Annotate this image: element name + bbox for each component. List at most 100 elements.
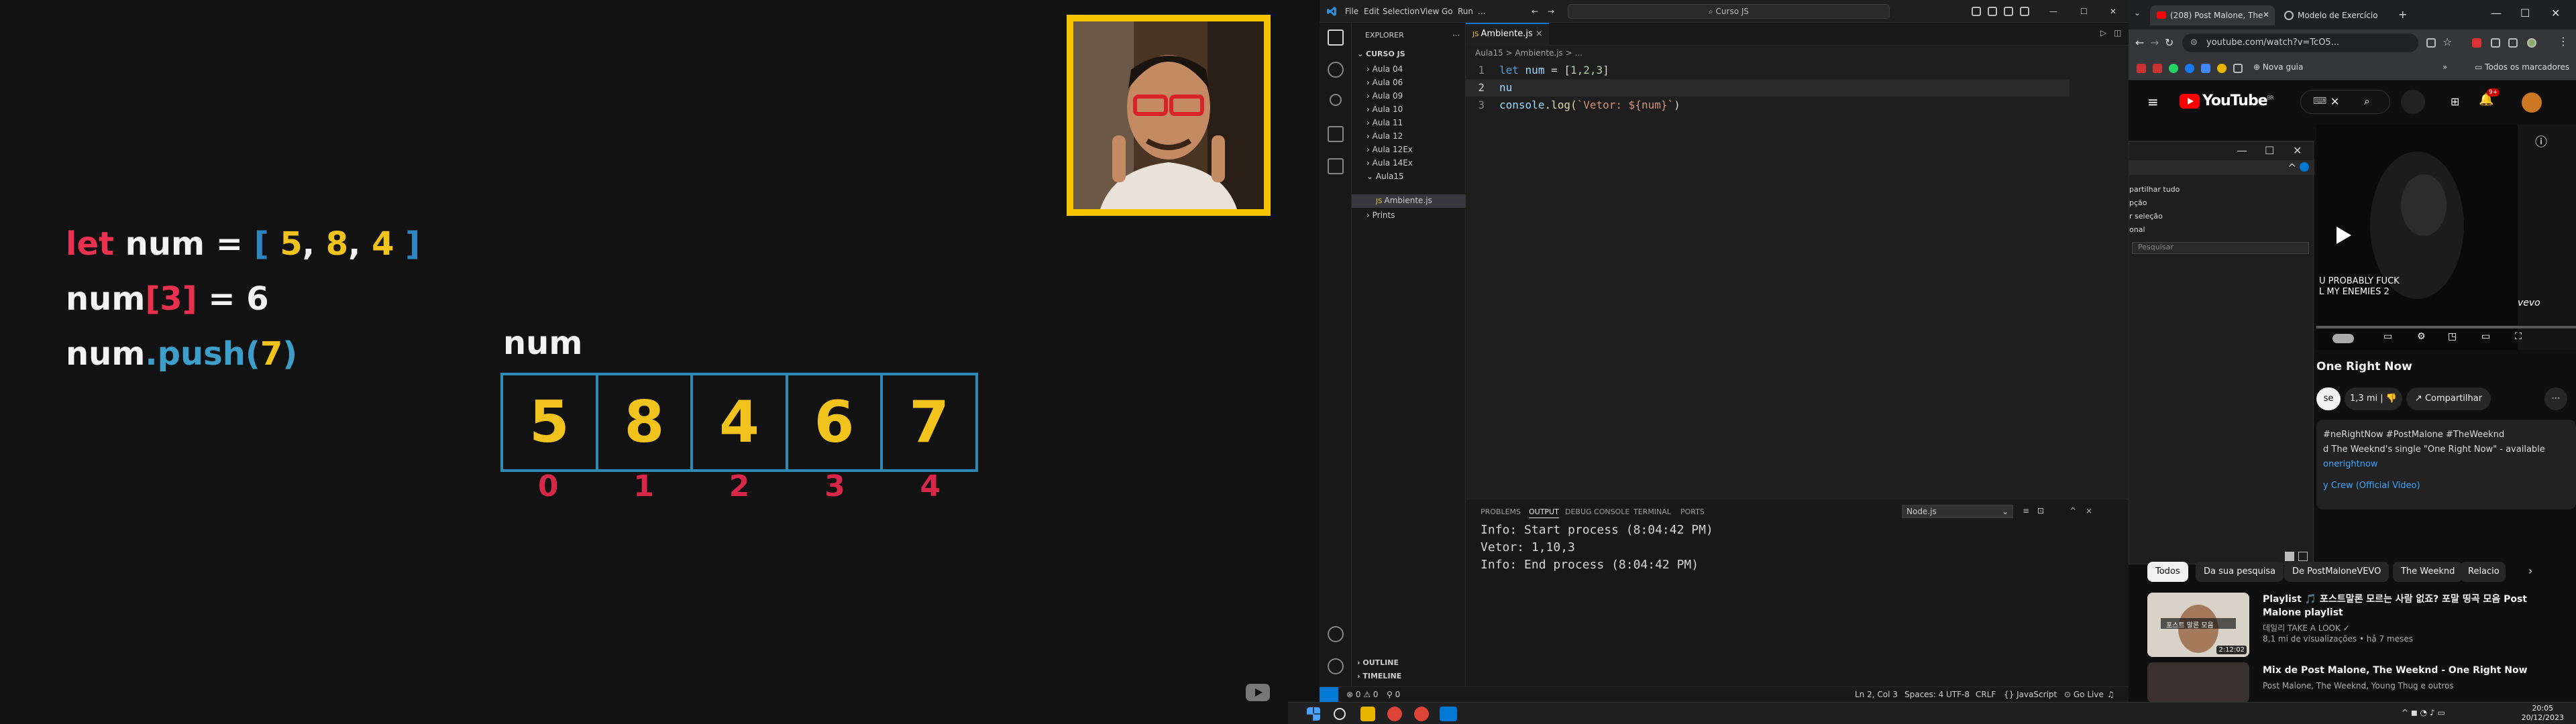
dialog-option[interactable]: r seleção bbox=[2129, 210, 2180, 223]
recommendation-thumbnail[interactable]: 포스트 말론 모음 2:12:02 bbox=[2147, 593, 2249, 657]
bookmark-nova-guia[interactable]: ⊕ Nova guia bbox=[2253, 62, 2303, 72]
extension-icon[interactable] bbox=[2472, 38, 2481, 48]
tree-folder-aula-12ex[interactable]: › Aula 12Ex bbox=[1366, 145, 1413, 154]
youtube-logo-text[interactable]: YouTubeBR bbox=[2202, 93, 2274, 109]
theater-mode-icon[interactable]: ▭ bbox=[2481, 331, 2490, 342]
reload-icon[interactable]: ↻ bbox=[2165, 36, 2174, 49]
browser-tab-exercicio[interactable]: Modelo de Exercício bbox=[2277, 5, 2390, 25]
keyboard-icon[interactable]: ⌨ bbox=[2313, 96, 2326, 107]
clear-output-icon[interactable]: ≡ bbox=[2023, 506, 2029, 516]
tree-folder-aula-06[interactable]: › Aula 06 bbox=[1366, 78, 1403, 87]
cursor-position[interactable]: Ln 2, Col 3 bbox=[1855, 690, 1898, 699]
chrome-menu-icon[interactable]: ⋮ bbox=[2558, 35, 2569, 48]
bookmark-favicon-icon[interactable] bbox=[2201, 64, 2210, 73]
hamburger-menu-icon[interactable]: ≡ bbox=[2147, 94, 2159, 110]
tree-folder-aula-12[interactable]: › Aula 12 bbox=[1366, 131, 1403, 141]
video-info-icon[interactable]: ⓘ bbox=[2535, 133, 2547, 150]
minimize-icon[interactable]: — bbox=[2491, 7, 2502, 19]
line-ending[interactable]: CRLF bbox=[1976, 690, 1996, 699]
panel-tab-output[interactable]: OUTPUT bbox=[1529, 507, 1559, 518]
close-window-icon[interactable]: ✕ bbox=[2551, 7, 2560, 19]
file-explorer-icon[interactable] bbox=[1360, 707, 1375, 721]
chrome-profile-icon[interactable] bbox=[1414, 707, 1429, 721]
extension-icon[interactable] bbox=[2491, 38, 2500, 48]
description-link[interactable]: y Crew (Official Video) bbox=[2323, 472, 2569, 493]
panel-tab-terminal[interactable]: TERMINAL bbox=[1633, 507, 1671, 516]
remote-indicator-icon[interactable] bbox=[1320, 687, 1338, 702]
recommendation-channel[interactable]: Post Malone, The Weeknd, Young Thug e ou… bbox=[2263, 681, 2454, 690]
autoplay-toggle[interactable] bbox=[2332, 334, 2354, 343]
tree-folder-aula-10[interactable]: › Aula 10 bbox=[1366, 105, 1403, 114]
run-debug-icon[interactable] bbox=[1328, 126, 1344, 142]
tree-folder-aula-11[interactable]: › Aula 11 bbox=[1366, 118, 1403, 127]
indentation[interactable]: Spaces: 4 bbox=[1904, 690, 1943, 699]
notifications-bell-icon[interactable]: 🔔 9+ bbox=[2479, 88, 2500, 109]
encoding[interactable]: UTF-8 bbox=[1946, 690, 1970, 699]
tree-folder-aula-04[interactable]: › Aula 04 bbox=[1366, 64, 1403, 74]
dialog-collapse-icon[interactable]: ^ bbox=[2288, 162, 2296, 174]
panel-tab-problems[interactable]: PROBLEMS bbox=[1481, 507, 1521, 516]
recommendation-title[interactable]: Mix de Post Malone, The Weeknd - One Rig… bbox=[2263, 664, 2558, 677]
maximize-icon[interactable]: ☐ bbox=[2520, 7, 2530, 19]
fullscreen-icon[interactable]: ⛶ bbox=[2515, 331, 2522, 342]
dialog-resize-icon[interactable] bbox=[2298, 552, 2308, 561]
close-panel-icon[interactable]: × bbox=[2086, 506, 2092, 516]
extensions-puzzle-icon[interactable] bbox=[2508, 38, 2518, 48]
layout-icon[interactable] bbox=[1972, 7, 1981, 16]
voice-search-icon[interactable] bbox=[2401, 90, 2425, 114]
split-editor-icon[interactable]: ◫ bbox=[2114, 28, 2121, 38]
tab-close-icon[interactable]: × bbox=[1536, 29, 1543, 39]
explorer-more-icon[interactable]: ⋯ bbox=[1452, 31, 1460, 40]
address-bar[interactable]: ⊜ youtube.com/watch?v=TcO5... bbox=[2182, 34, 2418, 52]
tree-folder-aula-09[interactable]: › Aula 09 bbox=[1366, 91, 1403, 101]
tab-close-icon[interactable]: ✕ bbox=[2263, 10, 2269, 19]
clock[interactable]: 20:05 20/12/2023 bbox=[2522, 704, 2564, 723]
dialog-search-input[interactable]: Pesquisar bbox=[2132, 242, 2309, 254]
account-icon[interactable] bbox=[1328, 626, 1344, 642]
recommendation-title[interactable]: Playlist 🎵 포스트말론 모르는 사람 없죠? 포말 띵곡 모음 Pos… bbox=[2263, 593, 2558, 619]
menu-run[interactable]: Run bbox=[1458, 7, 1473, 16]
new-tab-icon[interactable]: + bbox=[2398, 8, 2407, 21]
play-icon[interactable] bbox=[2337, 227, 2351, 244]
chip-relacionados[interactable]: Relacio bbox=[2460, 562, 2506, 582]
search-icon[interactable]: ⌕ bbox=[2364, 95, 2370, 108]
dialog-minimize-icon[interactable]: — bbox=[2237, 144, 2247, 157]
volume-icon[interactable]: ♪ bbox=[2430, 708, 2437, 717]
back-icon[interactable]: ← bbox=[2135, 36, 2144, 49]
bookmarks-overflow-icon[interactable]: » bbox=[2443, 62, 2447, 72]
toggle-sidebar-icon[interactable] bbox=[1988, 7, 1997, 16]
output-channel-select[interactable]: Node.js ⌄ bbox=[1902, 505, 2013, 518]
dialog-help-icon[interactable] bbox=[2300, 162, 2309, 172]
tray-overflow-icon[interactable]: ^ bbox=[2402, 708, 2411, 717]
clear-search-icon[interactable]: ✕ bbox=[2330, 95, 2339, 108]
chip-da-sua-pesquisa[interactable]: Da sua pesquisa bbox=[2196, 562, 2284, 582]
subtitles-icon[interactable]: ▭ bbox=[2383, 331, 2392, 342]
whatsapp-icon[interactable] bbox=[2169, 64, 2178, 73]
bookmark-favicon-icon[interactable] bbox=[2217, 64, 2226, 73]
toggle-panel-icon[interactable] bbox=[2004, 7, 2013, 16]
dialog-option[interactable]: pção bbox=[2129, 196, 2180, 210]
go-live-button[interactable]: ⊙ Go Live bbox=[2064, 690, 2104, 699]
youtube-logo-icon[interactable] bbox=[2180, 94, 2200, 109]
more-actions-icon[interactable]: ⋯ bbox=[2544, 387, 2567, 410]
explorer-icon[interactable] bbox=[1328, 29, 1344, 46]
timeline-section[interactable]: › TIMELINE bbox=[1357, 672, 1401, 680]
run-icon[interactable]: ▷ bbox=[2100, 28, 2106, 38]
video-player[interactable]: ⓘ U PROBABLY FUCK L MY ENEMIES 2 vevo ▭ ⚙… bbox=[2316, 125, 2576, 350]
search-icon[interactable] bbox=[1334, 708, 1346, 720]
create-icon[interactable]: ⊞ bbox=[2451, 95, 2459, 108]
all-bookmarks[interactable]: ▭ Todos os marcadores bbox=[2475, 62, 2569, 72]
install-icon[interactable] bbox=[2426, 38, 2436, 48]
menu-view[interactable]: View bbox=[1420, 7, 1439, 16]
menu-go[interactable]: Go bbox=[1442, 7, 1453, 16]
subscribe-button[interactable]: se bbox=[2316, 387, 2341, 410]
facebook-icon[interactable] bbox=[2185, 64, 2194, 73]
settings-gear-icon[interactable]: ⚙ bbox=[2417, 331, 2426, 342]
menu-selection[interactable]: Selection bbox=[1383, 7, 1419, 16]
tree-file-ambiente-js[interactable]: JS Ambiente.js bbox=[1376, 196, 1432, 205]
bookmark-star-icon[interactable]: ☆ bbox=[2443, 36, 2452, 48]
battery-icon[interactable]: ▭ bbox=[2437, 708, 2445, 717]
video-description[interactable]: #neRightNow #PostMalone #TheWeeknd d The… bbox=[2316, 420, 2576, 509]
youtube-search-input[interactable]: ⌨ ✕ ⌕ bbox=[2300, 90, 2390, 114]
errors-indicator[interactable]: ⊗ 0 ⚠ 0 bbox=[1346, 690, 1379, 699]
